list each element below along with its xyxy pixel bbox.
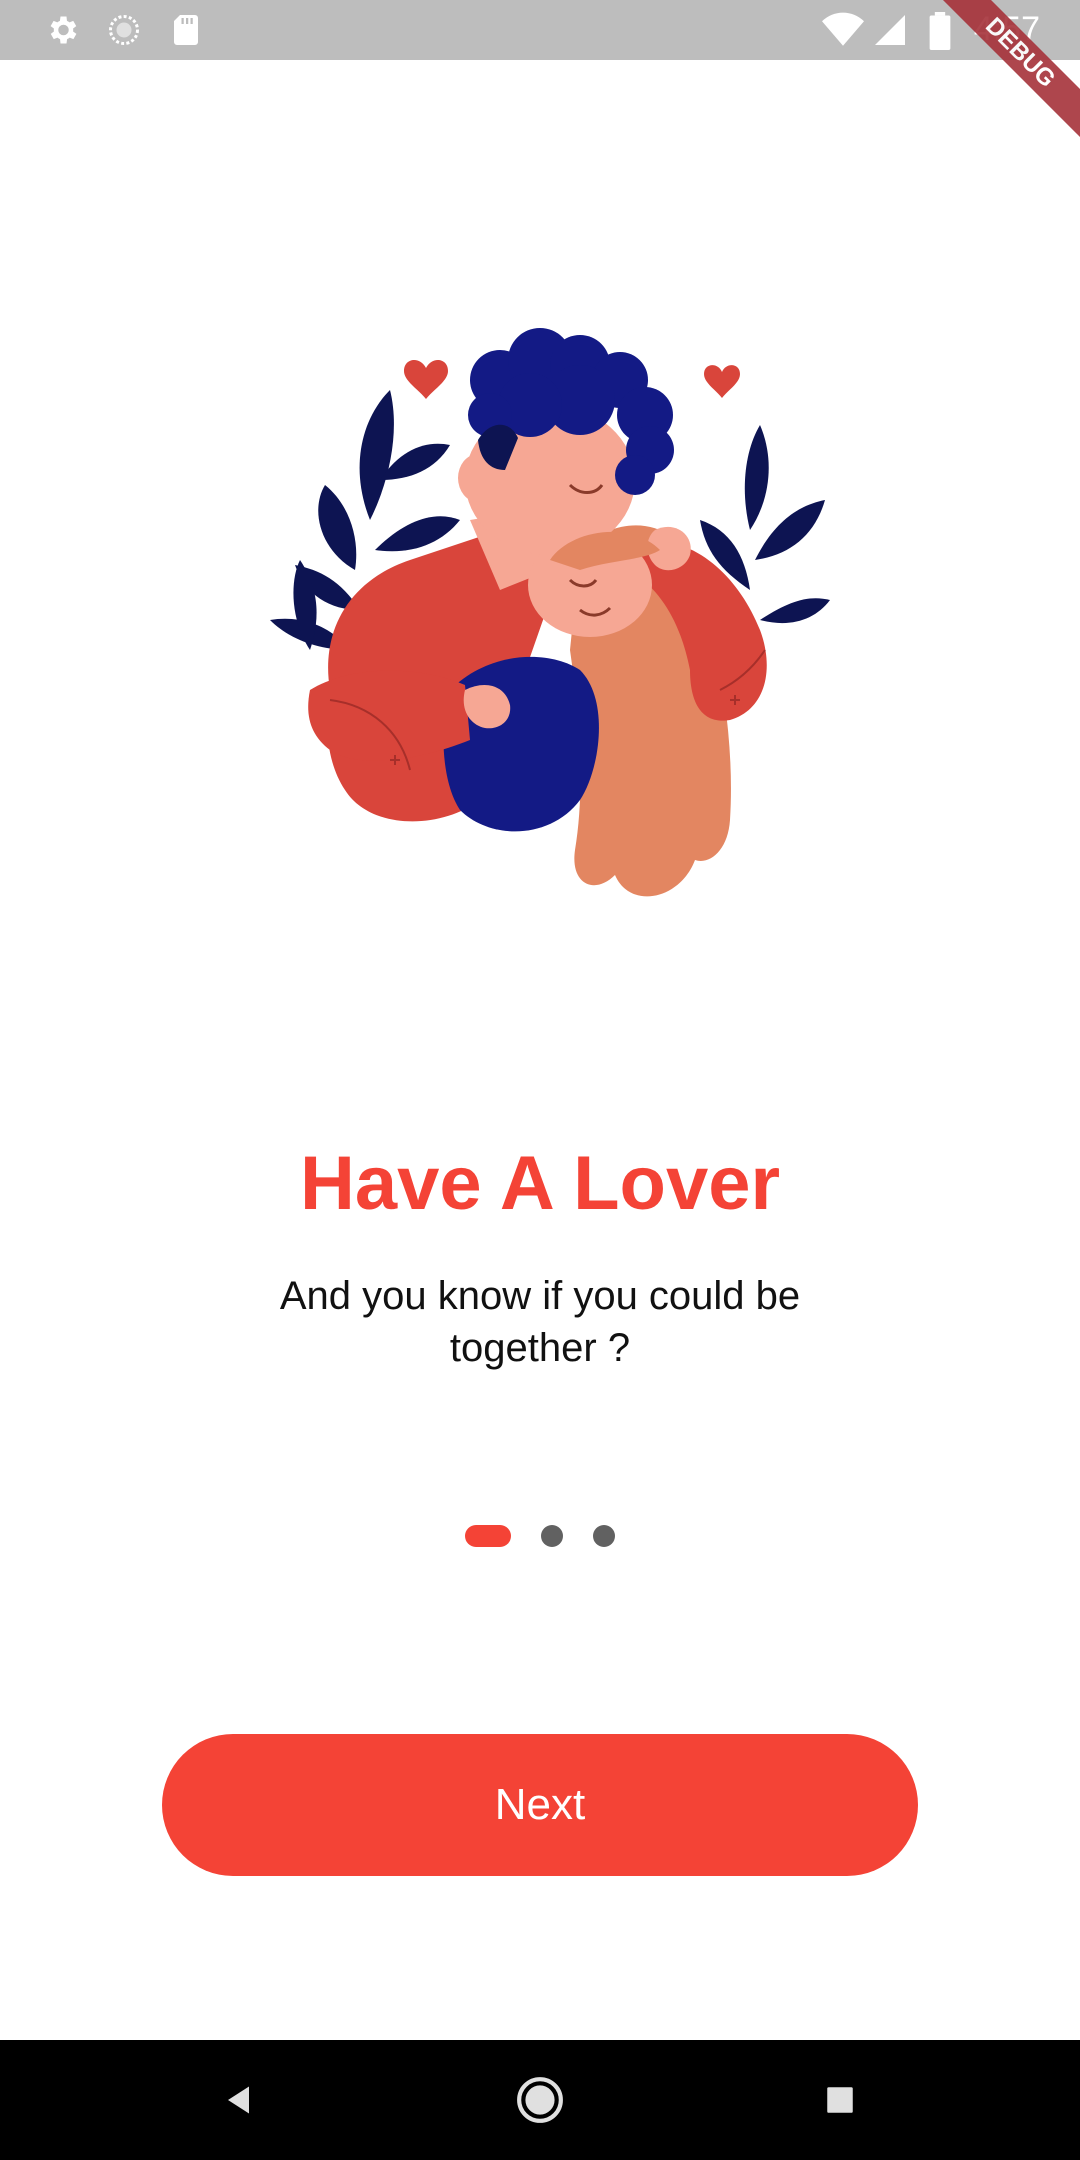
- couple-hug-illustration: [270, 328, 830, 897]
- recents-icon[interactable]: [810, 2070, 870, 2130]
- navigation-bar: [0, 2040, 1080, 2160]
- back-icon[interactable]: [210, 2070, 270, 2130]
- settings-icon: [50, 16, 77, 44]
- signal-icon: [875, 15, 905, 45]
- sd-card-icon: [174, 15, 198, 45]
- battery-icon: [929, 12, 951, 50]
- next-button[interactable]: Next: [162, 1734, 918, 1876]
- onboarding-screen: 4:57 DEBUG Have A Lover And you know if …: [0, 0, 1080, 2160]
- heart-icon: [704, 365, 740, 398]
- page-indicator-dot[interactable]: [593, 1525, 615, 1547]
- sync-icon: [109, 15, 139, 45]
- onboarding-subtitle: And you know if you could be together ?: [279, 1274, 801, 1370]
- status-time: 4:57: [973, 10, 1040, 48]
- heart-icon: [404, 360, 448, 399]
- status-bar: 4:57: [0, 0, 1080, 60]
- man-arm-left: [308, 670, 470, 761]
- wifi-icon: [822, 12, 864, 46]
- woman-body: [443, 656, 599, 832]
- page-indicator-dot[interactable]: [541, 1525, 563, 1547]
- home-icon[interactable]: [510, 2070, 570, 2130]
- page-indicator: [0, 1524, 1080, 1548]
- page-indicator-dot-active[interactable]: [465, 1525, 511, 1547]
- onboarding-title: Have A Lover: [299, 1141, 781, 1226]
